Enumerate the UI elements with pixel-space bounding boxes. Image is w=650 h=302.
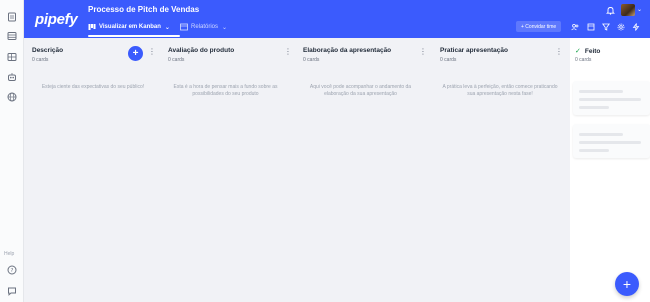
create-card-fab[interactable]: + — [615, 272, 639, 296]
phase-card-count: 0 cards — [303, 57, 320, 63]
phase-title[interactable]: Descrição — [32, 47, 63, 54]
filter-icon[interactable] — [602, 23, 610, 31]
phase-empty-text: Esteja ciente das expectativas do seu pú… — [41, 84, 145, 90]
tab-reports[interactable]: Relatórios ⌄ — [180, 21, 227, 33]
phase-empty-text: Esta é a hora de pensar mais a fundo sob… — [173, 84, 278, 97]
process-title[interactable]: Processo de Pitch de Vendas — [88, 5, 199, 14]
reports-icon — [180, 23, 188, 31]
placeholder-line — [579, 133, 623, 136]
kanban-icon — [88, 24, 96, 30]
invite-team-button[interactable]: + Convidar time — [516, 21, 562, 32]
automation-icon[interactable] — [632, 23, 640, 31]
phase-column-avaliacao: Avaliação do produto 0 cards ⋮ Esta é a … — [168, 42, 292, 302]
phase-menu-icon[interactable]: ⋮ — [555, 48, 563, 56]
phase-column-praticar: Praticar apresentação 0 cards ⋮ A prátic… — [440, 42, 564, 302]
phase-empty-text: A prática leva à perfeição, então comece… — [442, 84, 558, 97]
placeholder-card — [573, 124, 650, 158]
database-icon[interactable] — [7, 31, 17, 41]
done-phase-title[interactable]: ✓ Feito — [575, 47, 601, 56]
placeholder-line — [579, 141, 641, 144]
placeholder-card — [573, 81, 650, 115]
import-icon[interactable] — [587, 23, 595, 31]
chevron-down-icon[interactable]: ⌄ — [637, 6, 642, 13]
phase-column-descricao: Descrição 0 cards + ⋮ Esteja ciente das … — [32, 42, 157, 302]
chat-icon[interactable] — [7, 286, 17, 296]
layout-icon[interactable] — [7, 52, 17, 62]
tab-reports-label: Relatórios — [191, 24, 219, 30]
tab-kanban-label: Visualizar em Kanban — [99, 24, 161, 30]
phase-card-count: 0 cards — [575, 57, 592, 63]
user-avatar[interactable] — [621, 4, 635, 16]
done-title-label: Feito — [584, 47, 601, 55]
notifications-bell-icon[interactable] — [606, 6, 615, 15]
active-tab-indicator — [88, 35, 180, 37]
phase-menu-icon[interactable]: ⋮ — [284, 48, 292, 56]
svg-text:?: ? — [11, 268, 14, 274]
add-card-button[interactable]: + — [128, 46, 143, 61]
phase-title[interactable]: Elaboração da apresentação — [303, 47, 391, 54]
help-circle-icon[interactable]: ? — [7, 265, 17, 275]
members-icon[interactable] — [571, 23, 579, 31]
help-label[interactable]: Help — [4, 251, 14, 257]
settings-icon[interactable] — [617, 23, 625, 31]
phase-column-elaboracao: Elaboração da apresentação 0 cards ⋮ Aqu… — [303, 42, 428, 302]
phase-column-feito: ✓ Feito 0 cards — [570, 38, 650, 302]
placeholder-line — [579, 98, 641, 101]
phase-card-count: 0 cards — [440, 57, 457, 63]
phase-menu-icon[interactable]: ⋮ — [419, 48, 427, 56]
phase-title[interactable]: Praticar apresentação — [440, 47, 508, 54]
pipefy-logo[interactable]: pipefy — [35, 11, 78, 28]
chevron-down-icon: ⌄ — [222, 24, 228, 31]
placeholder-line — [579, 149, 609, 152]
phase-card-count: 0 cards — [32, 57, 49, 63]
app-header: pipefy Processo de Pitch de Vendas Visua… — [24, 0, 650, 38]
chevron-down-icon: ⌄ — [164, 24, 170, 31]
phase-card-count: 0 cards — [168, 57, 185, 63]
phase-menu-icon[interactable]: ⋮ — [148, 48, 156, 56]
left-rail: Help ? — [0, 0, 24, 302]
check-icon: ✓ — [575, 48, 581, 55]
phase-title[interactable]: Avaliação do produto — [168, 47, 234, 54]
robot-icon[interactable] — [7, 72, 17, 82]
document-icon[interactable] — [7, 12, 17, 22]
placeholder-line — [579, 90, 623, 93]
placeholder-line — [579, 106, 609, 109]
tab-kanban[interactable]: Visualizar em Kanban ⌄ — [88, 21, 170, 33]
globe-icon[interactable] — [7, 92, 17, 102]
phase-empty-text: Aqui você pode acompanhar o andamento da… — [309, 84, 412, 97]
